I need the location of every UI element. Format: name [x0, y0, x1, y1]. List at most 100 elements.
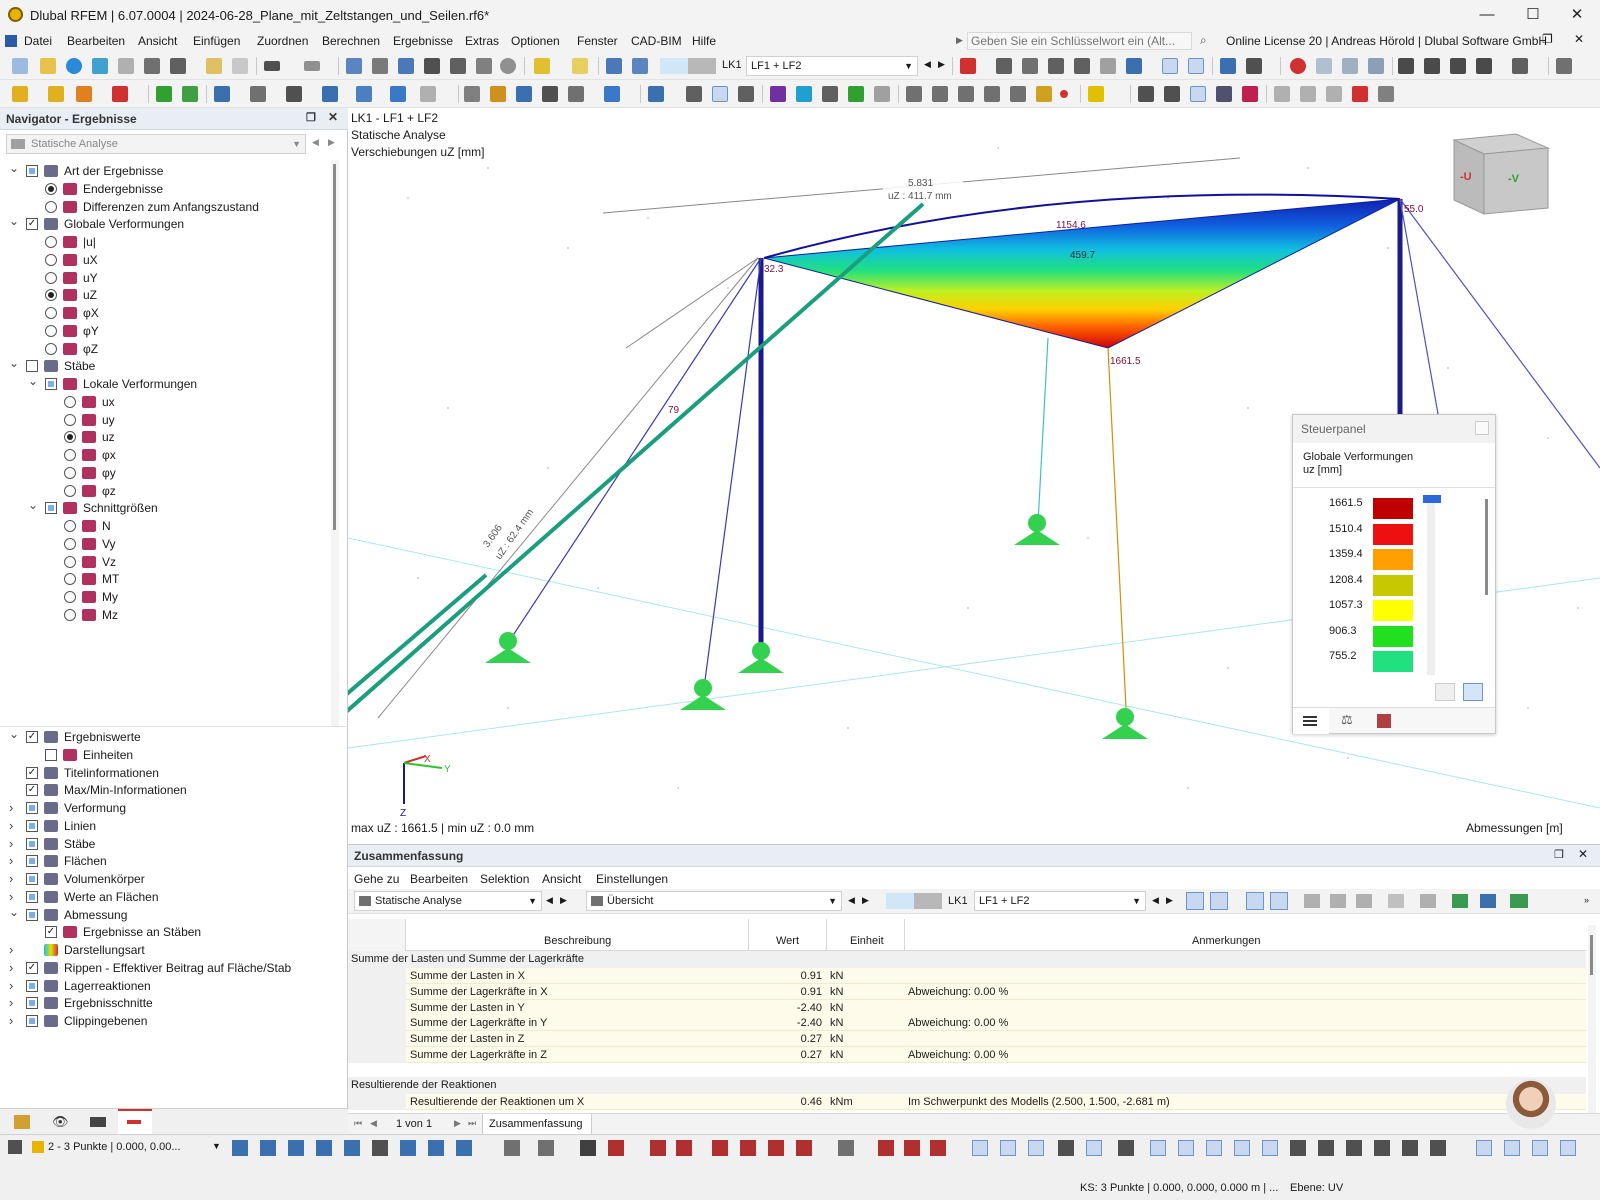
- grid-snap-icon[interactable]: [1138, 86, 1154, 102]
- grid-icon[interactable]: [1246, 58, 1262, 74]
- chevron-down-icon[interactable]: ▼: [212, 1141, 221, 1151]
- expand-icon[interactable]: ›: [9, 941, 19, 959]
- app-menu-icon[interactable]: [5, 35, 17, 47]
- snap-end-icon[interactable]: [456, 1140, 472, 1156]
- guide-icon[interactable]: [420, 86, 436, 102]
- collapse-icon[interactable]: ⌄: [9, 354, 19, 372]
- triangle-icon[interactable]: [1326, 86, 1342, 102]
- legend-slider-thumb[interactable]: [1423, 495, 1441, 503]
- color-scale-icon[interactable]: [796, 86, 812, 102]
- legend-scrollbar[interactable]: [1485, 499, 1488, 595]
- restore-child-button[interactable]: ❐: [1542, 32, 1553, 46]
- console-icon[interactable]: [424, 58, 440, 74]
- result-off-icon[interactable]: [960, 58, 976, 74]
- menu-zuordnen[interactable]: Zuordnen: [257, 34, 308, 48]
- tool-icon[interactable]: [538, 1140, 554, 1156]
- cable[interactable]: [507, 257, 762, 644]
- snap-toggle-icon[interactable]: [1262, 1140, 1278, 1156]
- snap-toggle-icon[interactable]: [1150, 1140, 1166, 1156]
- xxx-values-icon[interactable]: [1270, 892, 1288, 910]
- checkbox[interactable]: [26, 979, 38, 992]
- report-icon[interactable]: [206, 58, 222, 74]
- loadcase-select[interactable]: LF1 + LF2 ▼: [746, 56, 918, 76]
- point-icon[interactable]: [1060, 90, 1068, 98]
- result-table-icon[interactable]: [606, 58, 622, 74]
- tool-icon[interactable]: [650, 1140, 666, 1156]
- measure-icon[interactable]: [1274, 86, 1290, 102]
- collapse-icon[interactable]: ⌄: [9, 903, 19, 921]
- dim-angle-icon[interactable]: [516, 86, 532, 102]
- tree-item-ergebnisschnitte[interactable]: › Ergebnisschnitte: [0, 994, 340, 1012]
- grid-lines-icon[interactable]: [1420, 894, 1436, 908]
- snap-toggle-icon[interactable]: [1028, 1140, 1044, 1156]
- float-panel-icon[interactable]: ❐: [306, 111, 316, 124]
- rotate-icon[interactable]: [984, 86, 1000, 102]
- node-icon[interactable]: [156, 86, 172, 102]
- menu-optionen[interactable]: Optionen: [511, 34, 560, 48]
- toolbar-more-icon[interactable]: »: [1584, 895, 1589, 905]
- table-row[interactable]: Summe der Lagerkräfte in Z 0.27 kN Abweichu…: [348, 1046, 1586, 1063]
- checkbox[interactable]: [45, 378, 57, 390]
- menu-ergebnisse[interactable]: Ergebnisse: [393, 34, 453, 48]
- menu-einfuegen[interactable]: Einfügen: [193, 34, 240, 48]
- columns-icon[interactable]: [1304, 894, 1320, 908]
- table-view-icon[interactable]: [372, 58, 388, 74]
- model-view-icon[interactable]: [346, 58, 362, 74]
- tree-item-endergebnisse[interactable]: Endergebnisse: [0, 180, 330, 198]
- summary-analysis-select[interactable]: Statische Analyse ▼: [354, 891, 542, 911]
- dim-arc-icon[interactable]: [542, 86, 558, 102]
- tree-item-rippen-effektiver-beitrag-auf-fläche-stab[interactable]: › ✓ Rippen - Effektiver Beitrag auf Fläche…: [0, 959, 340, 977]
- checkbox[interactable]: [45, 502, 57, 515]
- collapse-icon[interactable]: ⌄: [9, 160, 19, 177]
- dim-linear-icon[interactable]: [490, 86, 506, 102]
- calculate-all-icon[interactable]: [572, 58, 588, 74]
- result-values-toggle-icon[interactable]: [1162, 58, 1178, 74]
- summary-sheet-tab[interactable]: Zusammenfassung: [482, 1114, 592, 1136]
- menu-extras[interactable]: Extras: [465, 34, 499, 48]
- member-icon[interactable]: [214, 86, 230, 102]
- prev-page-button[interactable]: ◀: [370, 1118, 377, 1129]
- show-results-icon[interactable]: [1246, 892, 1264, 910]
- collapse-icon[interactable]: ⌄: [28, 372, 38, 390]
- globe-icon[interactable]: [500, 58, 516, 74]
- avatar[interactable]: [1506, 1079, 1556, 1129]
- tree-item-y[interactable]: φy: [0, 464, 330, 482]
- prev-view-button[interactable]: ◀: [848, 895, 855, 906]
- scale-icon[interactable]: [1010, 86, 1026, 102]
- script-icon[interactable]: [450, 58, 466, 74]
- checkbox[interactable]: [26, 819, 38, 832]
- tree-item-x[interactable]: φX: [0, 304, 330, 322]
- prev-loadcase-button[interactable]: ◀: [1152, 895, 1159, 906]
- legend-scale-button[interactable]: [1463, 683, 1483, 701]
- summary-menu-settings[interactable]: Einstellungen: [596, 872, 668, 886]
- tool-icon[interactable]: [904, 1140, 920, 1156]
- cable[interactable]: [1399, 198, 1439, 415]
- link-icon[interactable]: [1300, 86, 1316, 102]
- view-iso-icon[interactable]: [1512, 58, 1528, 74]
- tree-item-mz[interactable]: Mz: [0, 606, 330, 624]
- radio-button[interactable]: [64, 555, 76, 568]
- radio-button[interactable]: [45, 342, 57, 355]
- snap-toggle-icon[interactable]: [1206, 1140, 1222, 1156]
- legend-tab[interactable]: [1293, 708, 1329, 734]
- snap-toggle-icon[interactable]: [1086, 1140, 1102, 1156]
- close-panel-icon[interactable]: ✕: [328, 110, 338, 124]
- view-toggle-icon[interactable]: [1476, 1140, 1492, 1156]
- view-minus-x-icon[interactable]: [1476, 58, 1492, 74]
- tree-item-schnittgrößen[interactable]: ⌄ Schnittgrößen: [0, 498, 330, 517]
- tree-item-werte-an-flächen[interactable]: › Werte an Flächen: [0, 888, 340, 906]
- cloud-icon[interactable]: [66, 58, 82, 74]
- tree-item-uy[interactable]: uy: [0, 411, 330, 429]
- clip-icon[interactable]: [738, 86, 754, 102]
- collapse-icon[interactable]: ⌄: [9, 725, 19, 743]
- tool-icon[interactable]: [676, 1140, 692, 1156]
- snap-member-icon[interactable]: [288, 1140, 304, 1156]
- surfaces-icon[interactable]: [1126, 58, 1142, 74]
- cube-icon[interactable]: [390, 86, 406, 102]
- tree-item-stäbe[interactable]: › Stäbe: [0, 835, 340, 853]
- tree-item-clippingebenen[interactable]: › Clippingebenen: [0, 1012, 340, 1030]
- snap-toggle-icon[interactable]: [972, 1140, 988, 1156]
- radio-button[interactable]: [64, 591, 76, 603]
- line-icon[interactable]: [182, 86, 198, 102]
- snap-toggle-icon[interactable]: [1430, 1140, 1446, 1156]
